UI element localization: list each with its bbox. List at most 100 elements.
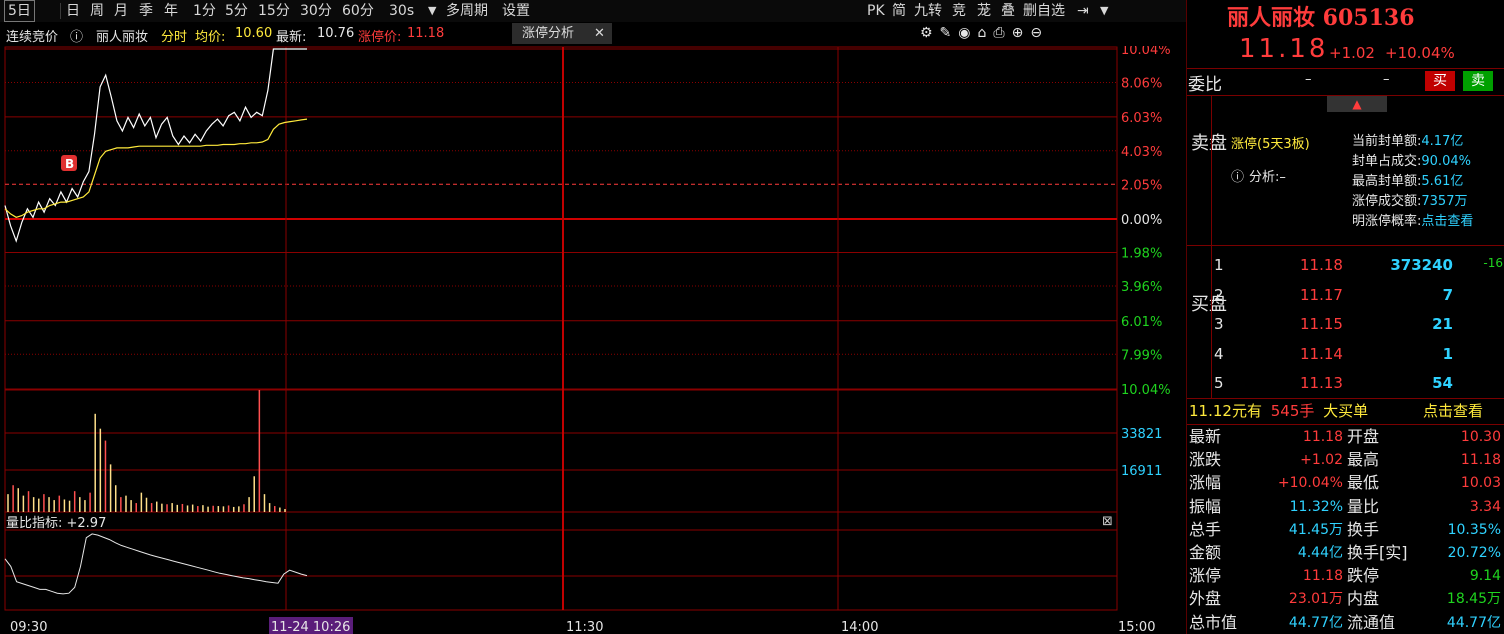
bid-volume: 54 [1432,374,1453,392]
time-axis-label: 09:30 [10,620,47,634]
stat-label: 总手 [1189,519,1222,539]
bid-price: 11.15 [1300,315,1343,333]
stat-value: 10.03 [1460,475,1501,492]
last-price: 11.18 [1239,34,1329,64]
stat-value: 11.18 [1460,452,1501,469]
bid-row[interactable]: 5 11.13 54 [1187,374,1504,394]
chart-tool-icons[interactable]: ⚙✎◉⌂⎙⊕⊖ [920,25,1049,41]
bid-level: 5 [1214,374,1224,392]
pk-button[interactable]: PK [867,0,885,22]
period-toolbar: 5日 日 周 月 季 年 1分 5分 15分 30分 60分 30s ▼ 多周期… [0,0,1186,23]
sell-button[interactable]: 卖 [1463,71,1493,91]
latest-label: 最新: [276,30,307,45]
period-30min[interactable]: 30分 [300,0,332,22]
stat-value: 23.01万 [1288,591,1343,608]
period-60min[interactable]: 60分 [342,0,374,22]
bid-row[interactable]: 3 11.15 21 [1187,315,1504,335]
multi-period-button[interactable]: 多周期 [446,0,488,22]
time-axis-label: 11:30 [566,620,603,634]
seal-label: 封单占成交: [1352,154,1422,169]
delete-watchlist-button[interactable]: 删自选 [1023,0,1065,22]
bid-price: 11.17 [1300,285,1343,304]
overlay-button[interactable]: 叠 [1001,0,1015,22]
stats-row: 涨跌 +1.02 最高 11.18 [1187,449,1504,471]
stat-value: 11.32% [1289,498,1343,515]
stat-value: 20.72% [1447,545,1501,561]
period-day[interactable]: 日 [66,0,80,22]
indicator-line [4,533,308,595]
tool-button[interactable]: 茏 [977,0,991,22]
avg-price-line [4,118,308,218]
stat-label: 总市值 [1189,612,1238,632]
period-5day[interactable]: 5日 [4,0,35,22]
stat-label: 最低 [1347,473,1380,493]
stat-label: 最高 [1347,450,1380,470]
auction-label: 连续竞价 [6,30,59,45]
bid-price: 11.18 [1300,256,1343,274]
big-buy-link[interactable]: 点击查看 [1423,400,1483,421]
export-icon[interactable]: ⇥ [1077,0,1089,22]
stat-value: 10.30 [1460,429,1501,445]
bid-row[interactable]: 2 11.17 7 [1187,286,1504,306]
stat-label: 换手 [1347,519,1380,539]
pct-axis-label: 1.98% [1121,247,1162,262]
seal-label: 涨停成交额: [1352,194,1422,209]
stat-value: 11.18 [1302,568,1343,585]
bid-level: 2 [1214,285,1224,304]
chevron-down-icon[interactable]: ▼ [1100,0,1108,22]
pct-axis-label: 7.99% [1121,348,1162,363]
settings-button[interactable]: 设置 [502,0,530,22]
bid-price: 11.14 [1300,344,1343,363]
mode-label: 分时 [161,30,188,45]
period-quarter[interactable]: 季 [139,0,153,22]
period-month[interactable]: 月 [114,0,128,22]
seal-value: 90.04% [1421,154,1471,169]
seal-label: 当前封单额: [1352,134,1422,149]
info-circle-icon[interactable]: ⓘ [70,26,83,45]
time-axis-label: 15:00 [1118,620,1155,634]
period-year[interactable]: 年 [164,0,178,22]
info-circle-icon[interactable]: ⓘ [1231,166,1244,185]
volume-bars [7,390,286,512]
stat-label: 量比 [1347,496,1380,516]
stats-row: 外盘 23.01万 内盘 18.45万 [1187,588,1504,610]
buy-button[interactable]: 买 [1425,71,1455,91]
simple-button[interactable]: 简 [892,0,906,22]
time-axis-label: 11-24 10:26 [271,620,350,634]
tab-label: 涨停分析 [522,26,575,41]
big-buy-row[interactable]: 11.12元有 545手 大买单 [1189,400,1368,421]
period-1min[interactable]: 1分 [193,0,216,22]
stat-label: 跌停 [1347,566,1380,586]
sell-board-label: 卖盘 [1191,133,1227,154]
weibi-value: – [1305,72,1312,87]
collapse-chevron-up-icon[interactable]: ▲ [1327,96,1387,112]
price-line [4,48,307,243]
buy-marker-text: B [65,157,74,171]
intraday-chart[interactable]: B 10.04% 8.06% 6.03% 4.03% 2.05% 0.00% 1.98% 3.… [0,46,1186,634]
period-week[interactable]: 周 [90,0,104,22]
avg-value: 10.60 [235,26,273,41]
auction-button[interactable]: 竞 [952,0,966,22]
nine-turn-button[interactable]: 九转 [914,0,942,22]
stat-label: 内盘 [1347,589,1380,609]
chevron-down-icon[interactable]: ▼ [428,0,436,22]
period-5min[interactable]: 5分 [225,0,248,22]
stat-value: 3.34 [1469,498,1501,515]
bid-row[interactable]: 4 11.14 1 [1187,345,1504,365]
latest-value: 10.76 [317,26,355,41]
pct-axis-label: 6.03% [1121,111,1162,126]
tab-limit-analysis[interactable]: 涨停分析 ✕ [512,23,612,44]
stat-value: 41.45万 [1288,521,1343,538]
close-icon[interactable]: ✕ [594,23,605,44]
big-buy-text: 大买单 [1323,402,1369,420]
period-15min[interactable]: 15分 [258,0,290,22]
stat-label: 金额 [1189,543,1222,562]
bid-level: 3 [1214,315,1224,333]
stat-label: 流通值 [1347,612,1396,632]
stat-value: 11.18 [1302,429,1343,445]
avg-label: 均价: [195,30,226,45]
bid-row[interactable]: 1 11.18 373240 -16 [1187,256,1504,276]
limit-prob-link[interactable]: 点击查看 [1421,214,1473,229]
period-30s[interactable]: 30s [389,0,414,22]
stat-value: 44.77亿 [1446,614,1501,631]
